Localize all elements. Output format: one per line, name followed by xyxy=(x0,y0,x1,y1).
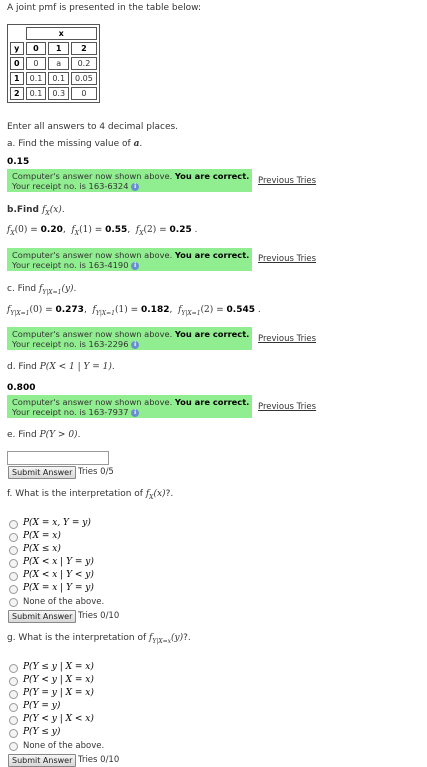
question-c: c. Find fY|X=1(y). xyxy=(7,284,77,296)
previous-tries-link[interactable]: Previous Tries xyxy=(258,334,316,344)
table-cell: 0.1 xyxy=(25,87,47,100)
option-label: P(X = x) xyxy=(23,531,61,541)
table-cell: 0.05 xyxy=(71,72,97,85)
answer-d: 0.800 xyxy=(7,383,36,393)
intro-text: A joint pmf is presented in the table be… xyxy=(7,3,202,13)
radio-button[interactable] xyxy=(9,677,18,686)
x-value: 2 xyxy=(71,42,97,55)
radio-button[interactable] xyxy=(9,546,18,555)
option-label: P(Y = y | X = x) xyxy=(23,688,94,698)
x-value: 1 xyxy=(48,42,70,55)
radio-button[interactable] xyxy=(9,533,18,542)
option-label: P(X < x | Y = y) xyxy=(23,557,94,567)
answer-c: fY|X=1(0) = 0.273, fY|X=1(1) = 0.182, fY… xyxy=(7,305,261,317)
table-cell: 0.1 xyxy=(25,72,47,85)
table-cell: 0 xyxy=(25,57,47,70)
tries-count: Tries 0/10 xyxy=(78,611,120,621)
answer-e-input[interactable] xyxy=(7,451,109,465)
table-cell: 0.3 xyxy=(48,87,70,100)
y-value: 1 xyxy=(10,72,24,85)
correct-box-c: Computer's answer now shown above. You a… xyxy=(7,327,252,350)
correct-box-d: Computer's answer now shown above. You a… xyxy=(7,395,252,418)
previous-tries-link[interactable]: Previous Tries xyxy=(258,254,316,264)
question-d: d. Find P(X < 1 | Y = 1). xyxy=(7,362,115,372)
info-icon[interactable]: i xyxy=(131,408,140,417)
table-cell: 0 xyxy=(71,87,97,100)
y-value: 0 xyxy=(10,57,24,70)
option-label: None of the above. xyxy=(23,741,105,751)
table-cell: 0.2 xyxy=(71,57,97,70)
option-label: P(X = x, Y = y) xyxy=(23,518,91,528)
option-label: P(X = x | Y = y) xyxy=(23,583,94,593)
previous-tries-link[interactable]: Previous Tries xyxy=(258,402,316,412)
table-row: 1 0.1 0.1 0.05 xyxy=(10,72,97,85)
table-cell: a xyxy=(48,57,70,70)
correct-box-b: Computer's answer now shown above. You a… xyxy=(7,248,252,271)
radio-button[interactable] xyxy=(9,585,18,594)
tries-count: Tries 0/10 xyxy=(78,755,120,765)
y-header: y xyxy=(10,42,24,55)
option-label: P(Y < y | X = x) xyxy=(23,675,94,685)
option-label: P(Y < y | X < x) xyxy=(23,714,94,724)
question-b: b.Find fX(x). xyxy=(7,205,65,217)
x-value: 0 xyxy=(25,42,47,55)
radio-button[interactable] xyxy=(9,559,18,568)
radio-button[interactable] xyxy=(9,520,18,529)
tries-count: Tries 0/5 xyxy=(78,467,114,477)
radio-button[interactable] xyxy=(9,716,18,725)
question-g: g. What is the interpretation of fY|X=x(… xyxy=(7,633,191,645)
option-label: P(X < x | Y < y) xyxy=(23,570,94,580)
radio-button[interactable] xyxy=(9,598,18,607)
answer-a: 0.15 xyxy=(7,157,30,167)
info-icon[interactable]: i xyxy=(131,261,140,270)
previous-tries-link[interactable]: Previous Tries xyxy=(258,176,316,186)
radio-button[interactable] xyxy=(9,703,18,712)
table-row: 2 0.1 0.3 0 xyxy=(10,87,97,100)
option-label: None of the above. xyxy=(23,597,105,607)
radio-button[interactable] xyxy=(9,664,18,673)
option-label: P(Y ≤ y) xyxy=(23,727,61,737)
radio-button[interactable] xyxy=(9,729,18,738)
option-label: P(X ≤ x) xyxy=(23,544,61,554)
table-row: 0 0 a 0.2 xyxy=(10,57,97,70)
option-label: P(Y ≤ y | X = x) xyxy=(23,662,94,672)
answer-b: fX(0) = 0.20, fX(1) = 0.55, fX(2) = 0.25… xyxy=(7,225,198,237)
x-header: x xyxy=(25,27,97,40)
instructions: Enter all answers to 4 decimal places. xyxy=(7,122,179,132)
y-value: 2 xyxy=(10,87,24,100)
radio-button[interactable] xyxy=(9,690,18,699)
question-f: f. What is the interpretation of fX(x)?. xyxy=(7,489,174,501)
table-cell: 0.1 xyxy=(48,72,70,85)
question-e: e. Find P(Y > 0). xyxy=(7,430,81,440)
info-icon[interactable]: i xyxy=(131,340,140,349)
info-icon[interactable]: i xyxy=(131,182,140,191)
radio-button[interactable] xyxy=(9,742,18,751)
correct-box-a: Computer's answer now shown above. You a… xyxy=(7,169,252,192)
question-a: a. Find the missing value of a. xyxy=(7,139,143,149)
radio-button[interactable] xyxy=(9,572,18,581)
option-label: P(Y = y) xyxy=(23,701,61,711)
pmf-table: x y 0 1 2 0 0 a 0.2 1 0.1 0.1 0.05 2 0.1… xyxy=(7,24,100,103)
submit-answer-button[interactable]: Submit Answer xyxy=(8,466,77,479)
submit-answer-button[interactable]: Submit Answer xyxy=(8,610,77,623)
